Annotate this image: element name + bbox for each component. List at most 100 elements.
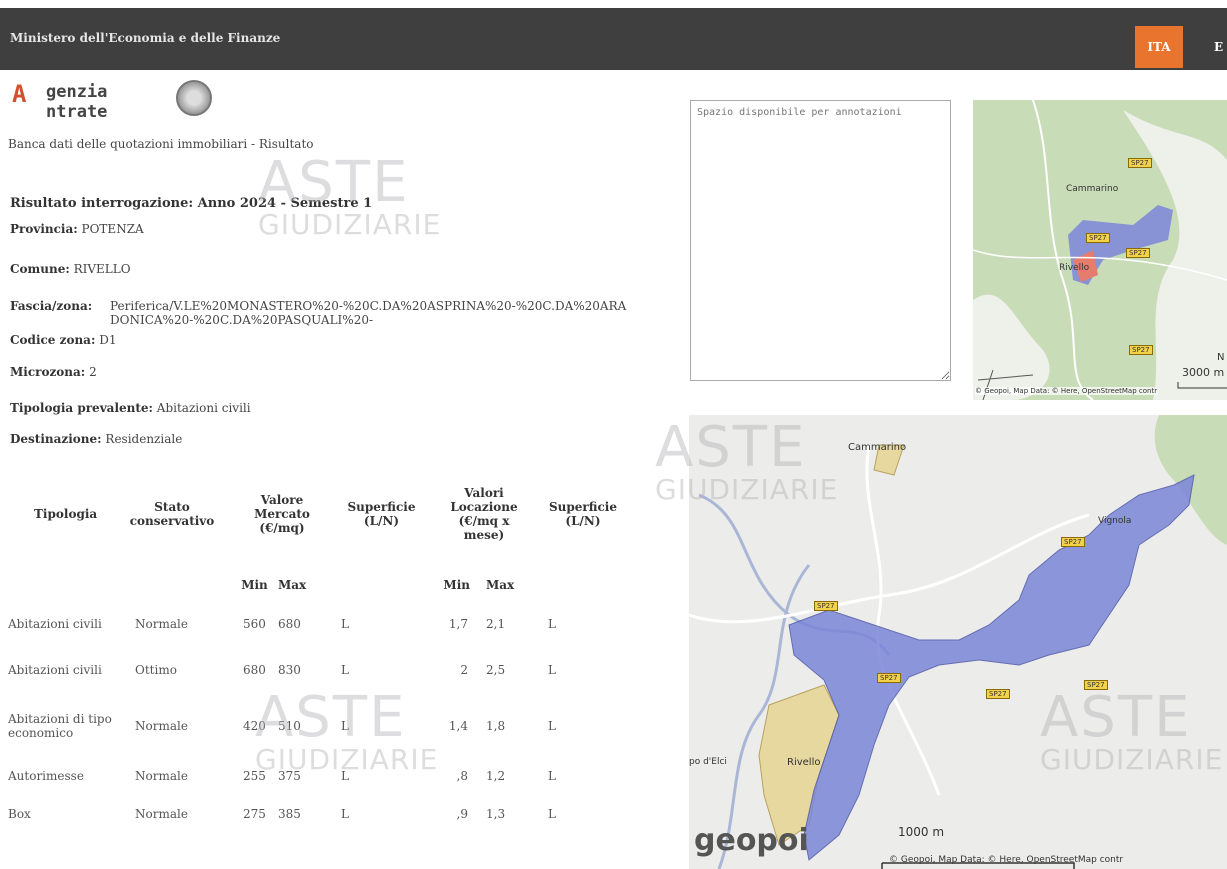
republic-emblem-icon xyxy=(176,80,212,116)
cell-vm-min: 680 xyxy=(243,663,266,677)
map-credits: © Geopoi, Map Data: © Here, OpenStreetMa… xyxy=(889,855,1124,865)
destinazione-field: Destinazione: Residenziale xyxy=(10,432,182,446)
tipologia-value: Abitazioni civili xyxy=(156,401,251,415)
map-label-campo: po d'Elci xyxy=(689,757,727,767)
cell-vl-min: 1,4 xyxy=(448,719,468,733)
agenzia-entrate-logo: A genzia ntrate xyxy=(10,80,230,132)
detail-map[interactable]: Cammarino Vignola Rivello po d'Elci SP27… xyxy=(689,415,1227,869)
road-sign: SP27 xyxy=(877,673,901,683)
table-row: Abitazioni civili Normale 560 680 L 1,7 … xyxy=(8,602,628,646)
cell-tipologia: Box xyxy=(8,807,31,821)
provincia-label: Provincia: xyxy=(10,222,78,236)
comune-field: Comune: RIVELLO xyxy=(10,262,131,276)
destinazione-value: Residenziale xyxy=(105,432,183,446)
overview-map-canvas xyxy=(973,100,1227,400)
provincia-field: Provincia: POTENZA xyxy=(10,222,144,236)
table-subheader-row: Min Max Min Max xyxy=(8,568,628,602)
cell-stato: Normale xyxy=(135,807,188,821)
cell-sup2: L xyxy=(548,807,556,821)
overview-map[interactable]: Cammarino Rivello N SP27 SP27 SP27 SP27 … xyxy=(973,100,1227,400)
col-vl-max: Max xyxy=(486,578,515,592)
cell-vl-min: ,8 xyxy=(456,769,468,783)
road-sign: SP27 xyxy=(1128,158,1152,168)
cell-vm-max: 830 xyxy=(278,663,301,677)
cell-sup2: L xyxy=(548,719,556,733)
road-sign: SP27 xyxy=(1061,537,1085,547)
map-scale-label: 1000 m xyxy=(898,825,945,839)
cell-vl-max: 1,3 xyxy=(486,807,506,821)
cell-vl-min: 1,7 xyxy=(448,617,468,631)
cell-sup1: L xyxy=(341,663,349,677)
microzona-label: Microzona: xyxy=(10,365,86,379)
cell-sup1: L xyxy=(341,769,349,783)
quotations-table-wrapper: Tipologia Stato conservativo Valore Merc… xyxy=(8,460,683,834)
cell-vm-max: 375 xyxy=(278,769,301,783)
cell-stato: Normale xyxy=(135,719,188,733)
top-bar: Ministero dell'Economia e delle Finanze … xyxy=(0,8,1227,70)
detail-map-canvas xyxy=(689,415,1227,869)
map-label-vignola: Vignola xyxy=(1098,516,1132,526)
road-sign: SP27 xyxy=(1126,248,1150,258)
annotations-textarea[interactable] xyxy=(690,100,951,381)
lang-en-button[interactable]: E xyxy=(1214,40,1223,54)
result-title: Risultato interrogazione: Anno 2024 - Se… xyxy=(10,196,373,211)
cell-vl-max: 1,8 xyxy=(486,719,506,733)
cell-stato: Normale xyxy=(135,769,188,783)
codice-field: Codice zona: D1 xyxy=(10,333,116,347)
cell-vm-max: 680 xyxy=(278,617,301,631)
tipologia-label: Tipologia prevalente: xyxy=(10,401,153,415)
cell-sup2: L xyxy=(548,663,556,677)
logo-line2: ntrate xyxy=(46,102,108,122)
col-vm-max: Max xyxy=(278,578,307,592)
map-label-cammarino: Cammarino xyxy=(1066,184,1119,194)
table-header-row: Tipologia Stato conservativo Valore Merc… xyxy=(8,460,628,568)
cell-vl-max: 2,5 xyxy=(486,663,506,677)
cell-vm-min: 560 xyxy=(243,617,266,631)
tipologia-field: Tipologia prevalente: Abitazioni civili xyxy=(10,401,251,415)
col-tipologia: Tipologia xyxy=(34,507,98,521)
codice-label: Codice zona: xyxy=(10,333,96,347)
table-row: Box Normale 275 385 L ,9 1,3 L xyxy=(8,794,628,834)
cell-sup2: L xyxy=(548,617,556,631)
cell-sup1: L xyxy=(341,719,349,733)
cell-sup1: L xyxy=(341,807,349,821)
cell-vm-max: 510 xyxy=(278,719,301,733)
col-superficie-2: Superficie (L/N) xyxy=(549,500,617,528)
road-sign: SP27 xyxy=(1129,345,1153,355)
watermark-line2: GIUDIZIARIE xyxy=(258,208,442,241)
fascia-field: Fascia/zona: xyxy=(10,299,92,313)
provincia-value: POTENZA xyxy=(81,222,144,236)
table-row: Abitazioni di tipo economico Normale 420… xyxy=(8,694,628,758)
map-label-n: N xyxy=(1217,352,1225,363)
col-vm-min: Min xyxy=(241,578,268,592)
road-sign: SP27 xyxy=(986,689,1010,699)
codice-value: D1 xyxy=(99,333,117,347)
cell-vl-max: 2,1 xyxy=(486,617,506,631)
cell-vl-max: 1,2 xyxy=(486,769,506,783)
col-valori-locazione: Valori Locazione (€/mq x mese) xyxy=(450,486,518,542)
map-label-cammarino: Cammarino xyxy=(848,442,907,453)
cell-sup2: L xyxy=(548,769,556,783)
road-sign: SP27 xyxy=(814,601,838,611)
col-vl-min: Min xyxy=(443,578,470,592)
map-credits: © Geopoi, Map Data: © Here, OpenStreetMa… xyxy=(975,387,1158,395)
fascia-value: Periferica/V.LE%20MONASTERO%20-%20C.DA%2… xyxy=(110,299,627,327)
cell-stato: Ottimo xyxy=(135,663,177,677)
cell-vl-min: ,9 xyxy=(456,807,468,821)
comune-label: Comune: xyxy=(10,262,70,276)
cell-tipologia: Abitazioni civili xyxy=(8,663,102,677)
map-label-rivello: Rivello xyxy=(787,757,821,768)
microzona-field: Microzona: 2 xyxy=(10,365,97,379)
cell-vl-min: 2 xyxy=(460,663,468,677)
map-label-rivello: Rivello xyxy=(1059,263,1090,273)
table-row: Abitazioni civili Ottimo 680 830 L 2 2,5… xyxy=(8,646,628,694)
road-sign: SP27 xyxy=(1086,233,1110,243)
lang-ita-button[interactable]: ITA xyxy=(1135,26,1183,68)
cell-stato: Normale xyxy=(135,617,188,631)
table-row: Autorimesse Normale 255 375 L ,8 1,2 L xyxy=(8,758,628,794)
comune-value: RIVELLO xyxy=(73,262,131,276)
cell-sup1: L xyxy=(341,617,349,631)
col-valore-mercato: Valore Mercato (€/mq) xyxy=(254,493,310,535)
col-superficie-1: Superficie (L/N) xyxy=(347,500,416,528)
fascia-label: Fascia/zona: xyxy=(10,299,93,313)
